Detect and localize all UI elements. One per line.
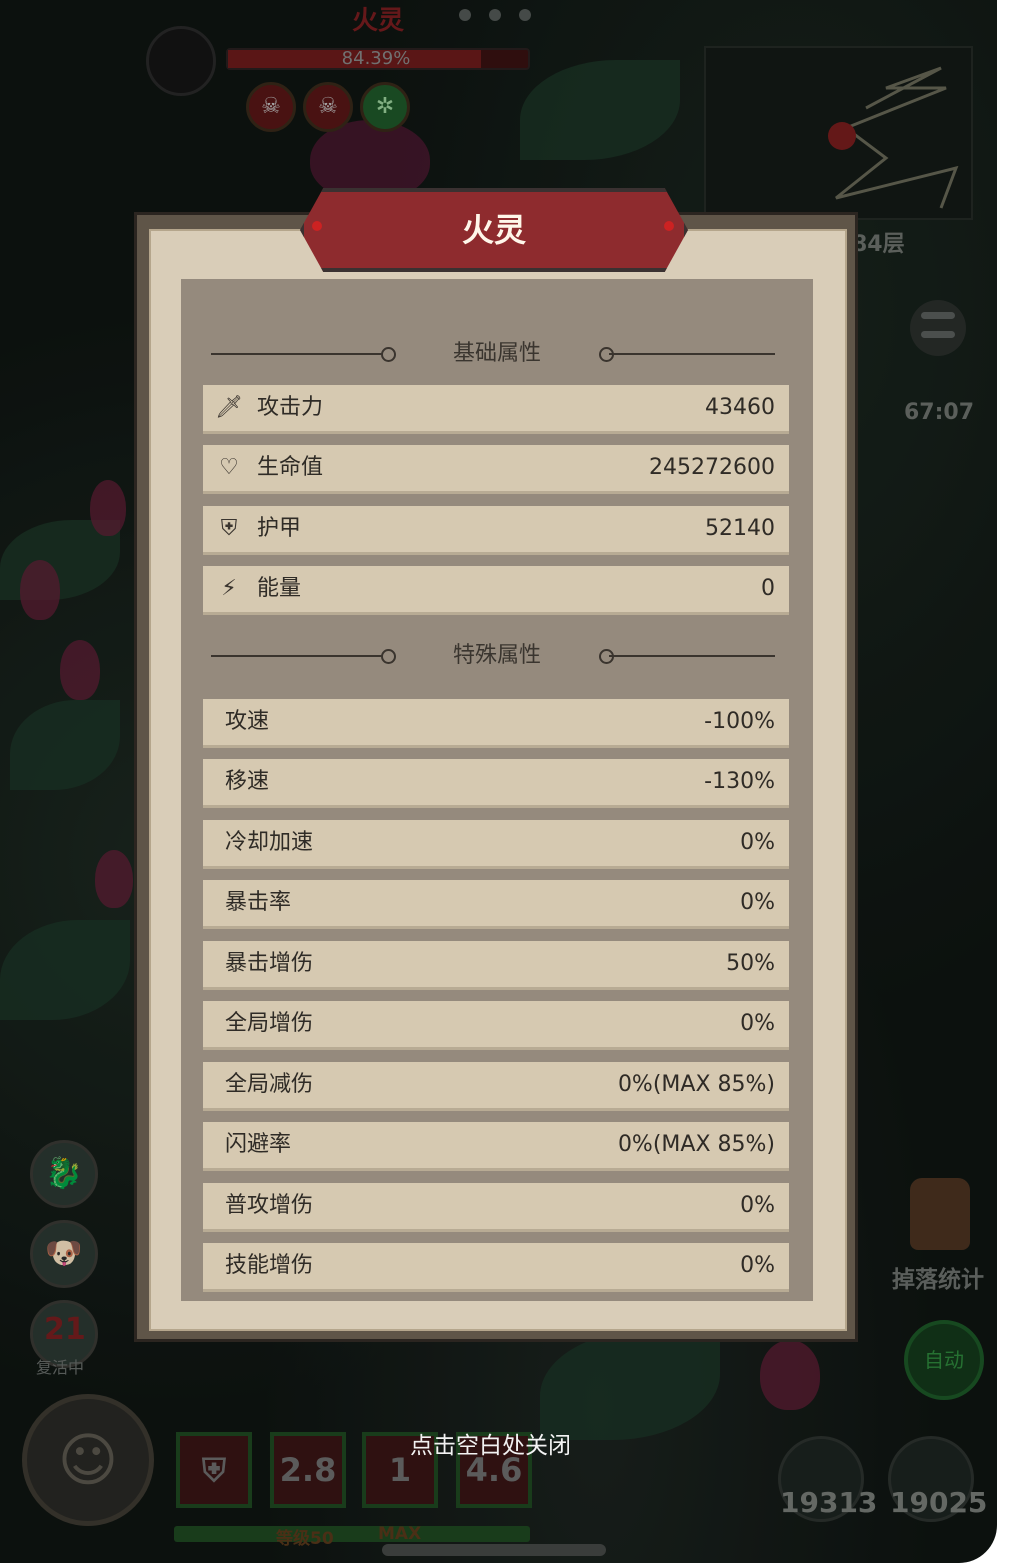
stat-row: 移速 -130%: [203, 759, 789, 808]
stat-row: 攻速 -100%: [203, 699, 789, 748]
stat-value: 0%(MAX 85%): [617, 1072, 775, 1097]
divider: [609, 353, 775, 355]
heart-icon: ♡: [219, 455, 239, 480]
basic-attributes-header: 基础属性: [181, 339, 813, 369]
stat-value: 245272600: [649, 455, 775, 480]
stat-value: -130%: [704, 769, 775, 794]
stat-row-hp: ♡ 生命值 245272600: [203, 445, 789, 494]
stat-label: 护甲: [257, 516, 302, 541]
stat-value: 0%: [740, 830, 775, 855]
close-hint[interactable]: 点击空白处关闭: [410, 1426, 571, 1460]
shield-icon: ⛨: [220, 516, 238, 541]
stat-row: 全局增伤 0%: [203, 1001, 789, 1050]
gem-icon: [664, 221, 674, 231]
stat-value: 0%: [740, 1253, 775, 1278]
stat-label: 闪避率: [225, 1132, 292, 1157]
sword-icon: 🗡: [215, 395, 243, 420]
stat-value: 52140: [705, 516, 775, 541]
stat-label: 暴击率: [225, 890, 292, 915]
stat-value: 43460: [705, 395, 775, 420]
stat-value: 0: [761, 576, 775, 601]
stat-row: 技能增伤 0%: [203, 1243, 789, 1292]
panel-title: 火灵: [461, 211, 526, 249]
stat-row: 暴击增伤 50%: [203, 941, 789, 990]
stat-label: 冷却加速: [225, 830, 314, 855]
stat-label: 生命值: [257, 455, 324, 480]
lightning-icon: ⚡: [221, 576, 237, 601]
panel-title-plate: 火灵: [300, 188, 688, 272]
stat-label: 技能增伤: [225, 1253, 314, 1278]
stat-row: 闪避率 0%(MAX 85%): [203, 1122, 789, 1171]
stat-row-energy: ⚡ 能量 0: [203, 566, 789, 615]
divider: [609, 655, 775, 657]
stat-label: 普攻增伤: [225, 1193, 314, 1218]
game-screen: 火灵 84.39% ☠ ☠ ✲ 84层 67:07 🐉 🐶 21 复活中 ☺ ⛨…: [0, 0, 997, 1563]
stat-label: 暴击增伤: [225, 951, 314, 976]
boss-stats-panel: 基础属性 🗡 攻击力 43460 ♡ 生命值 245272600 ⛨ 护甲 52…: [134, 212, 858, 1342]
stat-value: 50%: [726, 951, 775, 976]
stat-label: 全局增伤: [225, 1011, 314, 1036]
stat-row: 全局减伤 0%(MAX 85%): [203, 1062, 789, 1111]
panel-paper: 基础属性 🗡 攻击力 43460 ♡ 生命值 245272600 ⛨ 护甲 52…: [149, 229, 847, 1331]
stat-row: 暴击率 0%: [203, 880, 789, 929]
stat-label: 移速: [225, 769, 270, 794]
stat-row-armor: ⛨ 护甲 52140: [203, 506, 789, 555]
stat-value: -100%: [704, 709, 775, 734]
stat-value: 0%(MAX 85%): [617, 1132, 775, 1157]
stat-value: 0%: [740, 1193, 775, 1218]
stat-label: 全局减伤: [225, 1072, 314, 1097]
stat-value: 0%: [740, 890, 775, 915]
special-attributes-header: 特殊属性: [181, 641, 813, 671]
stat-label: 攻击力: [257, 395, 324, 420]
home-indicator[interactable]: [382, 1544, 606, 1556]
stat-row-attack: 🗡 攻击力 43460: [203, 385, 789, 434]
stats-scroll-area[interactable]: 基础属性 🗡 攻击力 43460 ♡ 生命值 245272600 ⛨ 护甲 52…: [181, 279, 813, 1301]
stat-label: 能量: [257, 576, 302, 601]
stat-label: 攻速: [225, 709, 270, 734]
stat-value: 0%: [740, 1011, 775, 1036]
stat-row: 冷却加速 0%: [203, 820, 789, 869]
stat-row: 普攻增伤 0%: [203, 1183, 789, 1232]
gem-icon: [312, 221, 322, 231]
